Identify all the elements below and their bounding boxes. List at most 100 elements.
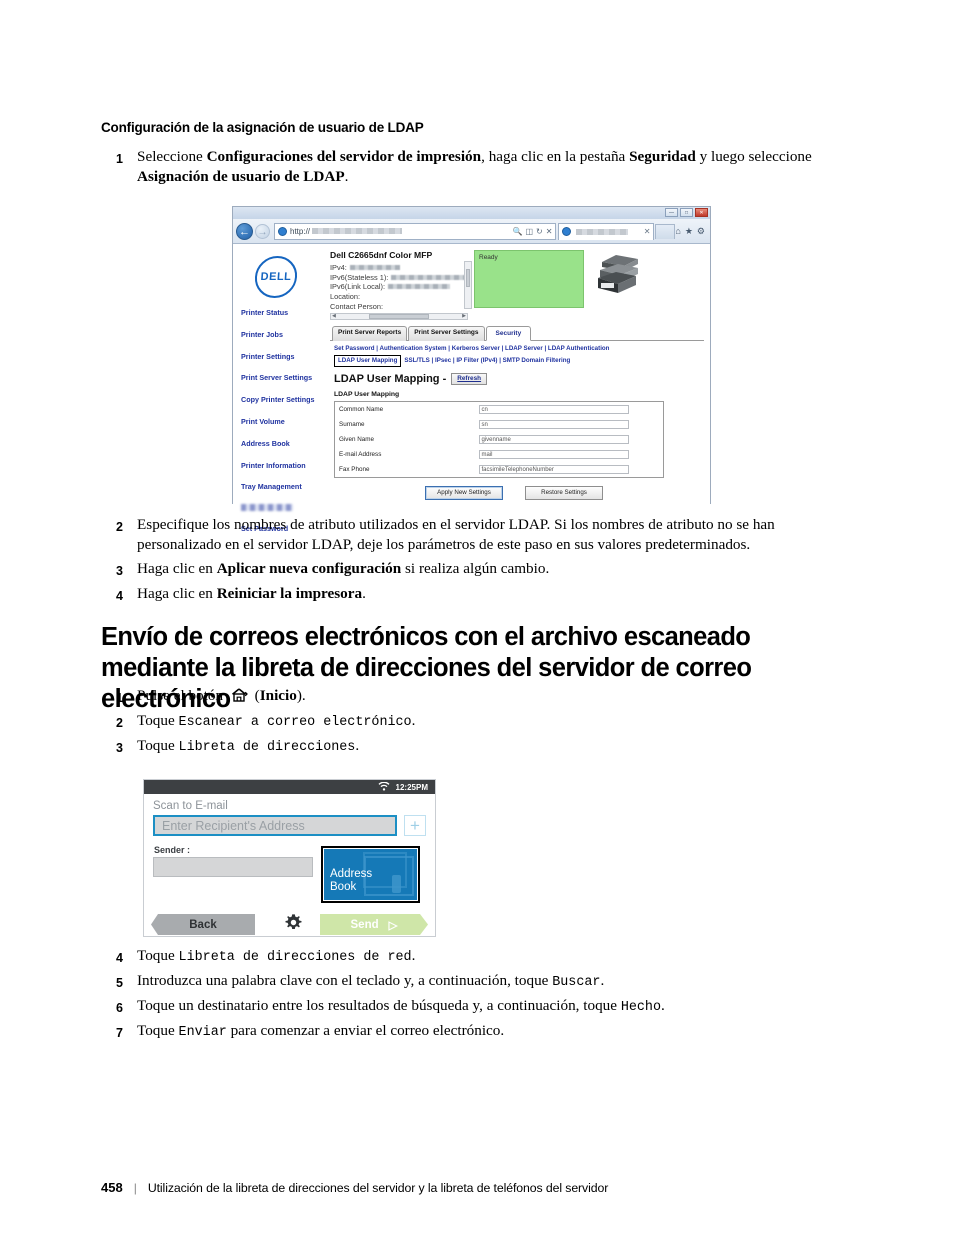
step-item: 2 Especifique los nombres de atributo ut… [101, 515, 841, 555]
maximize-button[interactable]: □ [680, 208, 693, 217]
stop-icon[interactable]: ✕ [546, 227, 553, 236]
web-page-heading-row: LDAP User Mapping - Refresh [330, 367, 704, 385]
printer-info-hscrollbar[interactable]: ◀ ▶ [330, 312, 468, 320]
compat-view-icon[interactable]: ◫ [525, 227, 533, 236]
send-arrow-icon: ▷ [388, 919, 398, 932]
address-book-highlight: Address Book [321, 846, 420, 903]
browser-tab[interactable]: ✕ [558, 222, 655, 240]
sidebar-item-redacted[interactable] [241, 504, 293, 512]
s1-open: ( [250, 687, 260, 704]
refresh-icon[interactable]: ↻ [536, 227, 543, 236]
sidebar-item-printer-jobs[interactable]: Printer Jobs [237, 330, 328, 339]
footer-separator: | [133, 1181, 137, 1195]
address-bar[interactable]: http:// 🔍 ◫ ↻ ✕ [274, 222, 557, 240]
fax-phone-input[interactable]: facsimileTelephoneNumber [478, 464, 629, 474]
scroll-right-arrow[interactable]: ▶ [462, 313, 466, 319]
sidebar-item-print-server-settings[interactable]: Print Server Settings [237, 373, 328, 382]
refresh-button[interactable]: Refresh [451, 372, 488, 385]
surname-input[interactable]: sn [478, 419, 629, 429]
step-item: 1 Pulse el botón (Inicio). [101, 686, 841, 709]
sender-input[interactable] [153, 857, 313, 877]
home-icon[interactable]: ⌂ [675, 226, 680, 237]
address-book-line2: Book [330, 881, 357, 893]
row-value-cell: cn [475, 401, 664, 417]
back-arrow-icon[interactable]: ← [236, 222, 253, 240]
s7-end: para comenzar a enviar el correo electró… [226, 1022, 505, 1039]
add-recipient-button[interactable]: + [404, 815, 426, 836]
link-ldap-user-mapping[interactable]: LDAP User Mapping [334, 354, 402, 367]
ldap-user-mapping-table: Common Name cn Surname sn Given Name giv… [334, 400, 664, 478]
s1-close: ). [296, 687, 306, 704]
printer-field-label: IPv4: [330, 263, 347, 273]
step3-pre: Haga clic en [137, 560, 217, 577]
search-icon[interactable]: 🔍 [512, 227, 522, 236]
browser-navbar: ← → http:// 🔍 ◫ ↻ ✕ ✕ ⌂ ★ ⚙ [233, 219, 710, 244]
sidebar-item-copy-printer-settings[interactable]: Copy Printer Settings [237, 395, 328, 404]
web-button-row: Apply New Settings Restore Settings [330, 485, 704, 500]
s2-mono: Escanear a correo electrónico [178, 715, 412, 730]
gear-icon[interactable] [285, 914, 302, 935]
given-name-input[interactable]: givenname [478, 434, 629, 444]
phone-icon [392, 875, 401, 893]
row-label: Surname [339, 420, 365, 428]
close-button[interactable]: ✕ [695, 208, 708, 217]
table-row: E-mail Address mail [335, 447, 664, 462]
step-number: 1 [116, 152, 123, 166]
tab-print-server-settings[interactable]: Print Server Settings [408, 325, 485, 341]
home-icon [230, 687, 248, 709]
step-text: Haga clic en Reiniciar la impresora. [123, 584, 823, 606]
step-item: 1 Seleccione Configuraciones del servido… [101, 147, 841, 187]
back-button[interactable]: Back [151, 914, 255, 935]
new-tab-button[interactable] [655, 223, 676, 239]
email-address-input[interactable]: mail [478, 449, 629, 459]
step-text: Toque Libreta de direcciones de red. [123, 946, 823, 968]
restore-settings-button[interactable]: Restore Settings [525, 485, 603, 500]
step3-bold: Aplicar nueva configuración [216, 560, 402, 577]
printer-touchscreen-screenshot: 12:25PM Scan to E-mail Enter Recipient's… [143, 779, 436, 937]
apply-new-settings-button[interactable]: Apply New Settings [425, 485, 503, 500]
scroll-left-arrow[interactable]: ◀ [332, 313, 336, 319]
sidebar-item-address-book[interactable]: Address Book [237, 439, 328, 448]
link-row-2-rest[interactable]: SSL/TLS | IPsec | IP Filter (IPv4) | SMT… [404, 357, 570, 364]
step-text: Toque un destinatario entre los resultad… [123, 996, 823, 1018]
step-text: Toque Libreta de direcciones. [123, 736, 823, 758]
step-text: Toque Escanear a correo electrónico. [123, 711, 823, 733]
web-tabs: Print Server Reports Print Server Settin… [330, 325, 704, 341]
panel-title: Scan to E-mail [153, 800, 228, 812]
sender-row: Address Book [153, 846, 426, 903]
printer-info-vscrollbar[interactable] [464, 261, 472, 309]
row-label: E-mail Address [339, 450, 382, 458]
dell-logo: DELL [253, 256, 299, 298]
minimize-button[interactable]: — [665, 208, 678, 217]
s7-mono: Enviar [178, 1025, 227, 1040]
scroll-thumb[interactable] [369, 313, 429, 319]
printer-field-location: Location: [330, 292, 468, 302]
forward-arrow-icon[interactable]: → [255, 223, 270, 239]
tab-security[interactable]: Security [485, 325, 532, 341]
step-text: Seleccione Configuraciones del servidor … [123, 147, 823, 187]
step4-end: . [362, 585, 366, 602]
step-text: Especifique los nombres de atributo util… [137, 516, 775, 553]
tab-print-server-reports[interactable]: Print Server Reports [332, 325, 408, 341]
printer-info-row: Dell C2665dnf Color MFP IPv4: IPv6(State… [330, 250, 704, 320]
step1-mid-2: y luego seleccione [695, 148, 812, 165]
sidebar-item-printer-status[interactable]: Printer Status [237, 308, 328, 317]
send-button[interactable]: Send ▷ [320, 914, 428, 935]
recipient-address-input[interactable]: Enter Recipient's Address [153, 815, 397, 836]
sidebar-item-tray-management[interactable]: Tray Management [237, 482, 328, 491]
scroll-thumb[interactable] [466, 269, 470, 287]
tab-close-icon[interactable]: ✕ [644, 227, 651, 236]
security-link-row-1[interactable]: Set Password | Authentication System | K… [330, 341, 704, 352]
sidebar-item-printer-settings[interactable]: Printer Settings [237, 352, 328, 361]
favorites-icon[interactable]: ★ [685, 226, 693, 237]
panel-bottom-bar: Back Send ▷ [144, 914, 435, 935]
s3-mono: Libreta de direcciones [178, 740, 356, 755]
step1-pre: Seleccione [137, 148, 207, 165]
address-book-button[interactable]: Address Book [324, 849, 417, 900]
step4-bold: Reiniciar la impresora [216, 585, 363, 602]
sidebar-item-print-volume[interactable]: Print Volume [237, 417, 328, 426]
tools-icon[interactable]: ⚙ [697, 226, 705, 237]
step1-bold-3: Asignación de usuario de LDAP [137, 168, 345, 185]
common-name-input[interactable]: cn [478, 404, 629, 414]
sidebar-item-printer-information[interactable]: Printer Information [237, 461, 328, 470]
